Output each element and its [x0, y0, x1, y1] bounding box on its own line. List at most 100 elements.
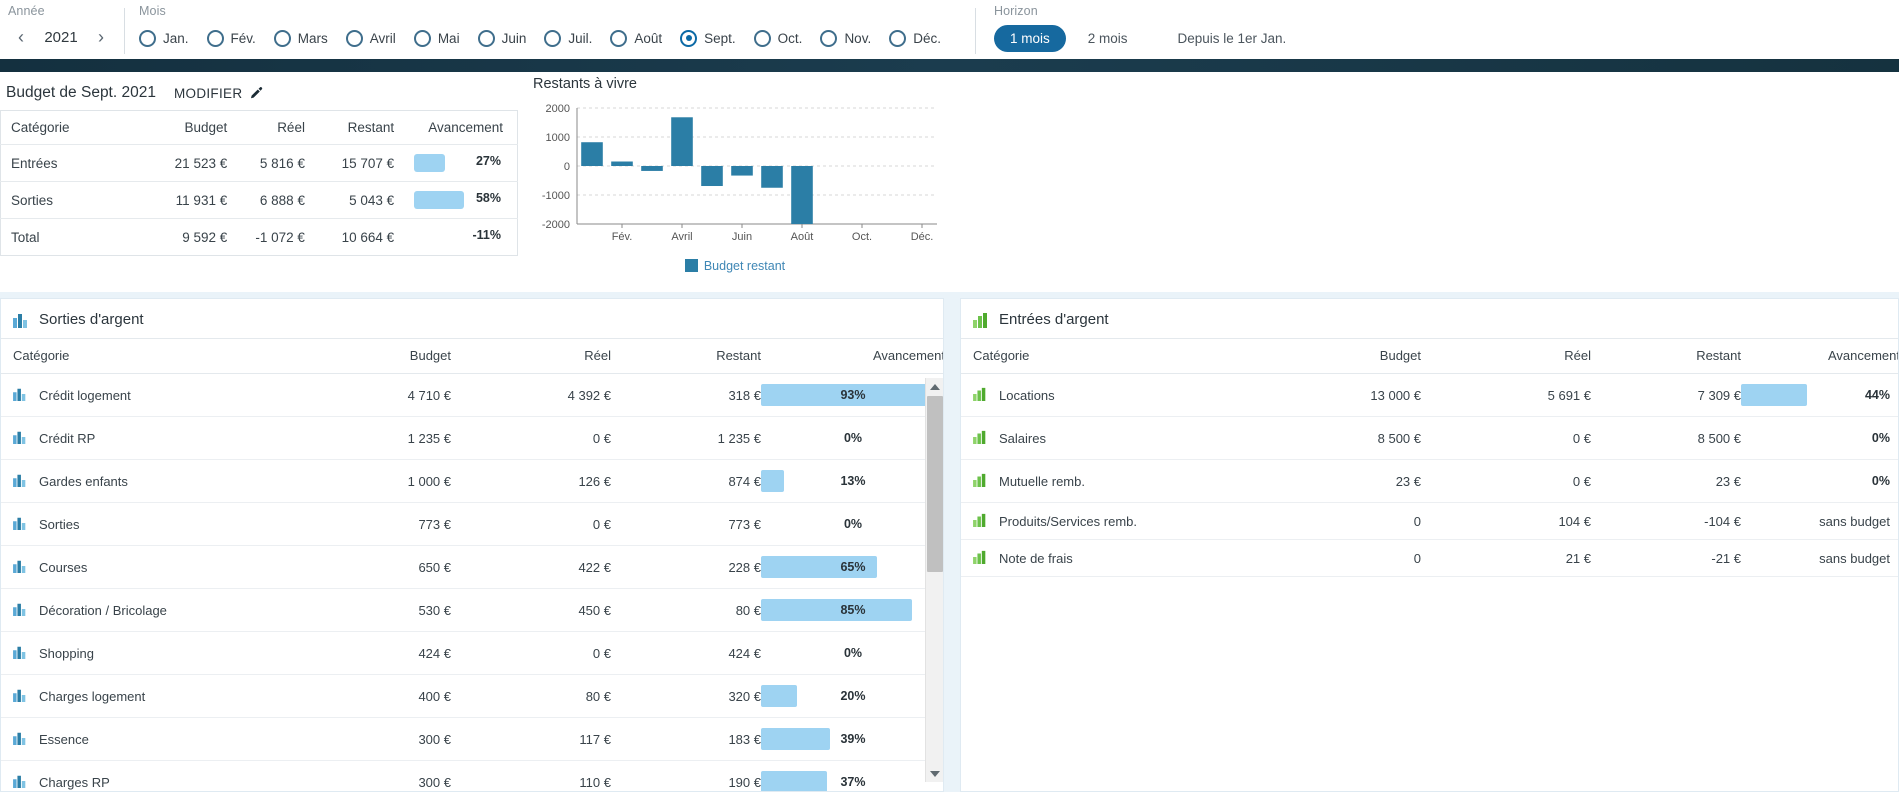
horizon-option-1[interactable]: 2 mois	[1072, 25, 1144, 52]
horizon-option-2[interactable]: Depuis le 1er Jan.	[1162, 25, 1303, 52]
row-category-label: Essence	[39, 732, 89, 747]
month-radio-déc[interactable]: Déc.	[889, 30, 941, 47]
table-row[interactable]: Crédit logement4 710 €4 392 €318 €93%	[1, 374, 944, 417]
table-row[interactable]: Note de frais021 €-21 €sans budget	[961, 540, 1899, 577]
month-radio-avril[interactable]: Avril	[346, 30, 396, 47]
radio-icon[interactable]	[610, 30, 627, 47]
month-radio-fév[interactable]: Fév.	[207, 30, 256, 47]
table-row[interactable]: Mutuelle remb.23 €0 €23 €0%	[961, 460, 1899, 503]
year-picker[interactable]: ‹ 2021 ›	[8, 22, 124, 52]
table-row[interactable]: Salaires8 500 €0 €8 500 €0%	[961, 417, 1899, 460]
summary-col-restant: Restant	[315, 111, 404, 145]
chevron-left-icon[interactable]: ‹	[12, 28, 30, 46]
table-row[interactable]: Locations13 000 €5 691 €7 309 €44%	[961, 374, 1899, 417]
horizon-option-0[interactable]: 1 mois	[994, 25, 1066, 52]
month-radio-label: Juil.	[568, 31, 592, 46]
month-radio-sept[interactable]: Sept.	[680, 30, 736, 47]
month-radio-nov[interactable]: Nov.	[820, 30, 871, 47]
table-row[interactable]: Entrées21 523 €5 816 €15 707 €27%	[1, 145, 518, 182]
outflow-col-budget: Budget	[331, 339, 451, 374]
table-row[interactable]: Crédit RP1 235 €0 €1 235 €0%	[1, 417, 944, 460]
outflow-table: Catégorie Budget Réel Restant Avancement…	[1, 338, 944, 792]
row-budget: 424 €	[331, 632, 451, 675]
detail-panels: Sorties d'argent Catégorie Budget Réel R…	[0, 298, 1899, 792]
month-radio-juil[interactable]: Juil.	[544, 30, 592, 47]
row-category: Sorties	[1, 503, 331, 546]
bar-chart-blue-icon	[13, 312, 30, 328]
radio-icon[interactable]	[754, 30, 771, 47]
radio-icon[interactable]	[414, 30, 431, 47]
summary-col-categorie: Catégorie	[1, 111, 155, 145]
row-category: Mutuelle remb.	[961, 460, 1291, 503]
radio-icon[interactable]	[274, 30, 291, 47]
table-row[interactable]: Décoration / Bricolage530 €450 €80 €85%	[1, 589, 944, 632]
month-radio-août[interactable]: Août	[610, 30, 662, 47]
summary-cell-category: Sorties	[1, 182, 155, 219]
progress-value: 0%	[761, 431, 944, 445]
row-remaining: 183 €	[611, 718, 761, 761]
row-progress: 37%	[761, 761, 944, 792]
progress-value: 58%	[476, 191, 503, 205]
summary-cell-real: 6 888 €	[237, 182, 315, 219]
row-remaining: -104 €	[1591, 503, 1741, 540]
no-budget-label: sans budget	[1819, 514, 1899, 529]
filter-toolbar: Année ‹ 2021 › Mois Jan.Fév.MarsAvrilMai…	[0, 0, 1899, 60]
radio-icon[interactable]	[139, 30, 156, 47]
month-radio-label: Jan.	[163, 31, 189, 46]
summary-col-avancement: Avancement	[404, 111, 517, 145]
year-filter-label: Année	[8, 4, 124, 18]
edit-budget-button[interactable]: MODIFIER	[174, 86, 264, 101]
radio-icon[interactable]	[889, 30, 906, 47]
horizon-options[interactable]: 1 mois2 mois Depuis le 1er Jan.	[994, 22, 1302, 54]
progress-value: 0%	[1741, 431, 1899, 445]
bar-chart-blue-icon	[13, 774, 30, 790]
table-row[interactable]: Charges RP300 €110 €190 €37%	[1, 761, 944, 792]
row-progress: 93%	[761, 374, 944, 417]
chevron-right-icon[interactable]: ›	[92, 28, 110, 46]
radio-icon[interactable]	[478, 30, 495, 47]
progress-bar-track: 0%	[761, 427, 944, 449]
table-row[interactable]: Gardes enfants1 000 €126 €874 €13%	[1, 460, 944, 503]
table-row[interactable]: Shopping424 €0 €424 €0%	[1, 632, 944, 675]
svg-text:Août: Août	[791, 231, 814, 243]
month-radio-group[interactable]: Jan. Fév. Mars Avril Mai Juin Juil. Août Sept. Oc…	[139, 22, 959, 54]
row-real: 0 €	[1421, 460, 1591, 503]
inflow-col-categorie: Catégorie	[961, 339, 1291, 374]
radio-icon[interactable]	[544, 30, 561, 47]
radio-icon[interactable]	[680, 30, 697, 47]
row-remaining: 424 €	[611, 632, 761, 675]
year-value: 2021	[40, 29, 82, 46]
edit-budget-label: MODIFIER	[174, 86, 242, 101]
table-row[interactable]: Produits/Services remb.0104 €-104 €sans …	[961, 503, 1899, 540]
month-radio-jan[interactable]: Jan.	[139, 30, 189, 47]
page-title: Budget de Sept. 2021	[6, 84, 156, 102]
month-radio-oct[interactable]: Oct.	[754, 30, 803, 47]
radio-icon[interactable]	[346, 30, 363, 47]
table-row[interactable]: Essence300 €117 €183 €39%	[1, 718, 944, 761]
radio-icon[interactable]	[820, 30, 837, 47]
table-row[interactable]: Total9 592 €-1 072 €10 664 €-11%	[1, 219, 518, 256]
bar-chart-blue-icon	[13, 602, 30, 618]
row-category: Produits/Services remb.	[961, 503, 1291, 540]
row-category-label: Courses	[39, 560, 87, 575]
row-remaining: 190 €	[611, 761, 761, 792]
radio-icon[interactable]	[207, 30, 224, 47]
table-row[interactable]: Sorties773 €0 €773 €0%	[1, 503, 944, 546]
svg-text:Fév.: Fév.	[612, 231, 633, 243]
row-remaining: 228 €	[611, 546, 761, 589]
summary-cell-remaining: 5 043 €	[315, 182, 404, 219]
month-radio-juin[interactable]: Juin	[478, 30, 527, 47]
inflow-col-restant: Restant	[1591, 339, 1741, 374]
table-row[interactable]: Courses650 €422 €228 €65%	[1, 546, 944, 589]
table-row[interactable]: Charges logement400 €80 €320 €20%	[1, 675, 944, 718]
bar-chart-green-icon	[973, 387, 990, 403]
month-radio-mai[interactable]: Mai	[414, 30, 460, 47]
month-filter-group: Mois Jan.Fév.MarsAvrilMaiJuinJuil.AoûtSe…	[139, 0, 959, 54]
row-category: Locations	[961, 374, 1291, 417]
month-radio-mars[interactable]: Mars	[274, 30, 328, 47]
row-progress: sans budget	[1741, 540, 1899, 577]
row-category-label: Salaires	[999, 431, 1046, 446]
table-row[interactable]: Sorties11 931 €6 888 €5 043 €58%	[1, 182, 518, 219]
svg-text:1000: 1000	[546, 132, 570, 144]
outflow-col-categorie: Catégorie	[1, 339, 331, 374]
